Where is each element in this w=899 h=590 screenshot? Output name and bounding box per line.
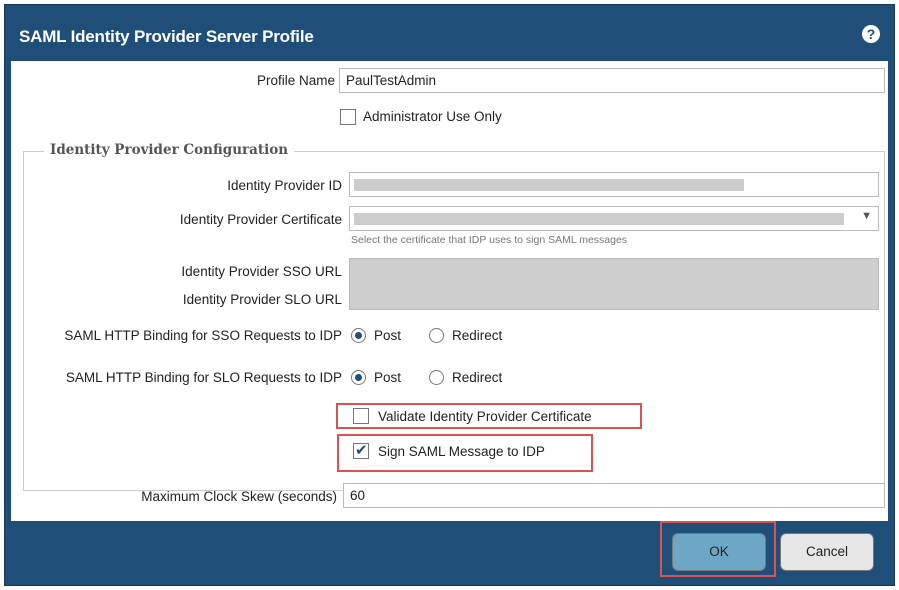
idp-id-input[interactable] [349, 172, 879, 197]
dialog-title: SAML Identity Provider Server Profile [19, 27, 314, 46]
sso-binding-label: SAML HTTP Binding for SSO Requests to ID… [64, 328, 342, 343]
profile-name-label: Profile Name [256, 73, 335, 88]
slo-binding-post-radio[interactable] [351, 370, 366, 385]
slo-binding-redirect-label: Redirect [452, 370, 503, 385]
chevron-down-icon: ▼ [861, 210, 872, 222]
dialog-titlebar: SAML Identity Provider Server Profile ? [5, 5, 894, 61]
idp-id-redacted [354, 179, 744, 191]
ok-button[interactable]: OK [672, 533, 766, 571]
sso-url-label: Identity Provider SSO URL [181, 264, 342, 279]
sso-binding-post-radio[interactable] [351, 328, 366, 343]
sso-binding-post-label: Post [374, 328, 402, 343]
idp-cert-select[interactable]: ▼ [349, 206, 879, 231]
slo-binding-post-label: Post [374, 370, 402, 385]
sso-binding-redirect-radio[interactable] [429, 328, 444, 343]
clock-skew-label: Maximum Clock Skew (seconds) [141, 489, 337, 504]
idp-cert-label: Identity Provider Certificate [179, 212, 342, 227]
idp-cert-hint: Select the certificate that IDP uses to … [351, 234, 628, 246]
validate-cert-label: Validate Identity Provider Certificate [378, 409, 592, 424]
help-icon[interactable]: ? [862, 25, 880, 43]
sso-binding-redirect-label: Redirect [452, 328, 503, 343]
sign-saml-label: Sign SAML Message to IDP [378, 444, 545, 459]
validate-cert-checkbox[interactable] [353, 408, 369, 424]
saml-idp-profile-dialog: SAML Identity Provider Server Profile ? … [4, 4, 895, 586]
admin-use-only-label: Administrator Use Only [363, 109, 502, 124]
slo-binding-label: SAML HTTP Binding for SLO Requests to ID… [65, 370, 342, 385]
dialog-body: Profile Name Administrator Use Only Iden… [11, 61, 888, 521]
slo-url-label: Identity Provider SLO URL [182, 292, 342, 307]
idp-id-label: Identity Provider ID [227, 178, 342, 193]
profile-name-input[interactable] [339, 68, 885, 93]
idp-config-fieldset: Identity Provider Configuration Identity… [23, 142, 885, 491]
idp-config-legend: Identity Provider Configuration [44, 142, 295, 158]
clock-skew-input[interactable] [343, 483, 885, 508]
idp-cert-redacted [354, 213, 844, 225]
sign-saml-checkbox[interactable] [353, 441, 369, 459]
sso-slo-url-inputs[interactable] [349, 258, 879, 310]
admin-use-only-checkbox[interactable] [340, 109, 356, 125]
slo-binding-redirect-radio[interactable] [429, 370, 444, 385]
cancel-button[interactable]: Cancel [780, 533, 874, 571]
